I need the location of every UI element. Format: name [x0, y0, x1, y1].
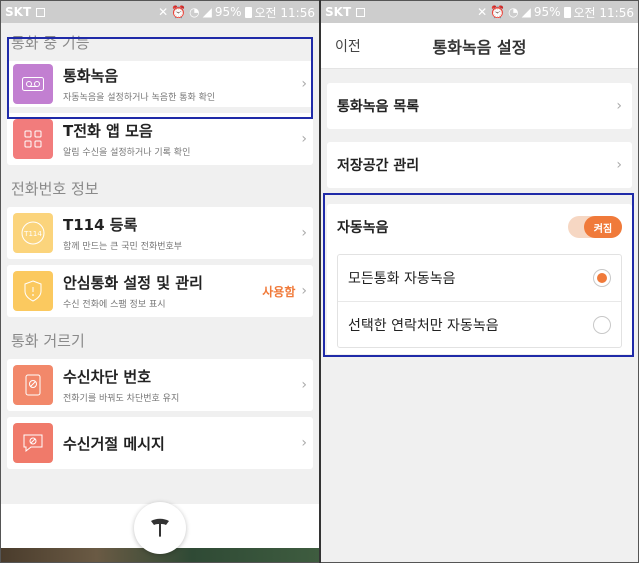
mute-icon: ✕: [477, 5, 488, 19]
section-title-phone-info: 전화번호 정보: [11, 179, 99, 198]
menu-item-subtitle: 전화기를 바꿔도 차단번호 유지: [63, 394, 180, 404]
menu-item-title: T전화 앱 모음: [63, 122, 153, 140]
status-bar: SKT ✕ ⏰ ◔ ◢ 95% 오전 11:56: [321, 1, 638, 23]
alarm-icon: ⏰: [490, 5, 506, 19]
chevron-right-icon: ›: [301, 283, 307, 299]
menu-item-subtitle: 알림 수신을 설정하거나 기록 확인: [63, 148, 191, 158]
chevron-right-icon: ›: [301, 225, 307, 241]
app-grid-icon: [13, 119, 53, 159]
signal-icon: ◢: [521, 5, 531, 19]
gallery-notification-icon: [36, 7, 46, 17]
shield-icon: [13, 271, 53, 311]
t114-icon: T114: [13, 213, 53, 253]
mute-icon: ✕: [158, 5, 169, 19]
menu-item-title: T114 등록: [63, 216, 138, 234]
menu-item-storage-management[interactable]: 저장공간 관리 ›: [327, 142, 632, 188]
back-button[interactable]: 이전: [335, 36, 361, 56]
carrier-label: SKT: [5, 5, 32, 19]
menu-item-title: 안심통화 설정 및 관리: [63, 274, 203, 292]
wifi-icon: ◔: [508, 5, 519, 19]
left-screen: SKT ✕ ⏰ ◔ ◢ 95% 오전 11:56 통화 중 기능 통화녹음 자동…: [1, 1, 319, 562]
section-title-call-filter: 통화 거르기: [11, 331, 85, 350]
clock: 오전 11:56: [254, 5, 315, 20]
status-badge: 사용함: [262, 284, 296, 299]
svg-text:T114: T114: [23, 230, 42, 238]
wifi-icon: ◔: [189, 5, 200, 19]
battery-icon: [244, 6, 252, 18]
highlight-box: [7, 37, 313, 119]
menu-item-subtitle: 수신 전화에 스팸 정보 표시: [63, 300, 166, 310]
chevron-right-icon: ›: [301, 435, 307, 451]
menu-item-recording-list[interactable]: 통화녹음 목록 ›: [327, 83, 632, 129]
menu-item-t-phone-apps[interactable]: T전화 앱 모음 알림 수신을 설정하거나 기록 확인 ›: [7, 113, 313, 165]
block-phone-icon: [13, 365, 53, 405]
chevron-right-icon: ›: [301, 131, 307, 147]
signal-icon: ◢: [202, 5, 212, 19]
page-title: 통화녹음 설정: [432, 37, 527, 57]
menu-item-t114[interactable]: T114 T114 등록 함께 만드는 큰 국민 전화번호부 ›: [7, 207, 313, 259]
right-screen: SKT ✕ ⏰ ◔ ◢ 95% 오전 11:56 이전 통화녹음 설정 통화녹음…: [321, 1, 638, 562]
battery-label: 95%: [533, 5, 561, 19]
menu-item-title: 수신차단 번호: [63, 368, 152, 386]
gallery-notification-icon: [356, 7, 366, 17]
menu-item-label: 통화녹음 목록: [337, 99, 420, 115]
menu-item-title: 수신거절 메시지: [63, 434, 165, 453]
chevron-right-icon: ›: [616, 98, 622, 114]
battery-label: 95%: [214, 5, 242, 19]
t-phone-home-button[interactable]: [134, 502, 186, 554]
menu-item-label: 저장공간 관리: [337, 158, 420, 174]
menu-item-safe-call[interactable]: 안심통화 설정 및 관리 수신 전화에 스팸 정보 표시 사용함 ›: [7, 265, 313, 317]
carrier-label: SKT: [325, 5, 352, 19]
status-bar: SKT ✕ ⏰ ◔ ◢ 95% 오전 11:56: [1, 1, 319, 23]
alarm-icon: ⏰: [171, 5, 187, 19]
chevron-right-icon: ›: [616, 157, 622, 173]
app-header: 이전 통화녹음 설정: [321, 23, 638, 69]
t-logo-icon: [151, 518, 169, 537]
menu-item-reject-message[interactable]: 수신거절 메시지 ›: [7, 417, 313, 469]
menu-item-blocked-numbers[interactable]: 수신차단 번호 전화기를 바꿔도 차단번호 유지 ›: [7, 359, 313, 411]
chevron-right-icon: ›: [301, 377, 307, 393]
message-icon: [13, 423, 53, 463]
highlight-box: [323, 193, 634, 357]
battery-icon: [563, 6, 571, 18]
clock: 오전 11:56: [573, 5, 634, 20]
menu-item-subtitle: 함께 만드는 큰 국민 전화번호부: [63, 242, 183, 252]
